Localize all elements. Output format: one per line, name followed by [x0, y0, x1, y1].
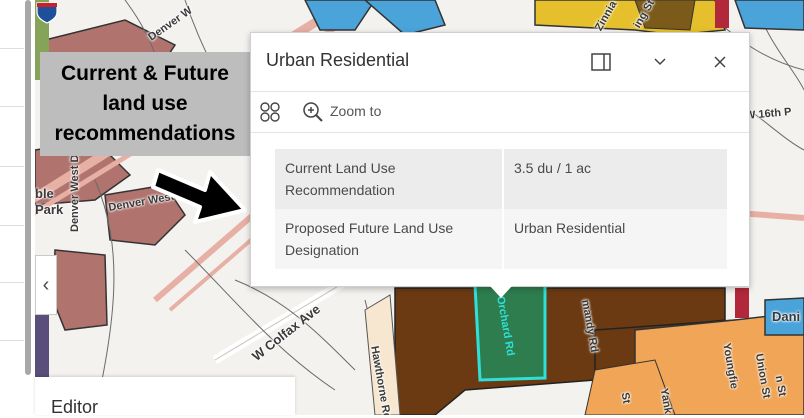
attribute-label: Proposed Future Land Use Designation [275, 209, 504, 269]
collapse-popup-button[interactable] [647, 49, 673, 75]
road-label-st: St [618, 391, 633, 405]
popup-header: Urban Residential [251, 33, 749, 92]
table-row: Current Land Use Recommendation 3.5 du /… [275, 149, 727, 209]
panel-divider [0, 225, 24, 226]
chevron-left-icon: ‹ [42, 273, 50, 296]
annotation-line: Current & Future [60, 62, 229, 85]
popup-toolbar: Zoom to [251, 92, 749, 133]
editor-panel[interactable]: Editor [35, 377, 295, 417]
popup-pointer [490, 286, 512, 298]
panel-divider [0, 166, 24, 167]
side-panel-scrollbar[interactable] [25, 0, 31, 375]
close-popup-button[interactable] [707, 49, 733, 75]
annotation-line: land use [102, 92, 188, 115]
zoom-to-button[interactable]: Zoom to [330, 103, 381, 119]
feature-popup: Urban Residential Zoom to Current Land U… [250, 32, 750, 287]
zoom-in-icon[interactable] [301, 100, 325, 124]
attribute-value: 3.5 du / 1 ac [503, 149, 727, 209]
map-label-park: Park [35, 202, 64, 217]
panel-divider [0, 48, 24, 49]
close-icon [714, 56, 726, 68]
road-label-denver-west-dr: Denver West Dr [69, 150, 81, 232]
map-label-ble: ble [35, 186, 54, 201]
chevron-down-icon [654, 58, 666, 66]
attribute-label: Current Land Use Recommendation [275, 149, 504, 209]
panel-divider [0, 282, 24, 283]
collapse-panel-button[interactable]: ‹ [35, 255, 57, 315]
annotation-line: recommendations [54, 122, 236, 145]
attribute-table: Current Land Use Recommendation 3.5 du /… [275, 149, 727, 269]
popup-title: Urban Residential [266, 50, 410, 70]
interstate-shield-icon [36, 2, 58, 24]
dock-button[interactable] [588, 49, 614, 75]
attribute-value: Urban Residential [503, 209, 727, 269]
table-row: Proposed Future Land Use Designation Urb… [275, 209, 727, 269]
dock-icon [591, 53, 611, 71]
parcel-mixed-use [52, 249, 108, 331]
annotation-arrow [151, 168, 247, 224]
panel-divider [0, 340, 24, 341]
map-label-dani: Dani [772, 309, 801, 324]
panel-divider [0, 106, 24, 107]
side-panel [0, 0, 36, 415]
annotation-box: Current & Future land use recommendation… [40, 52, 250, 156]
options-icon[interactable] [258, 100, 282, 124]
